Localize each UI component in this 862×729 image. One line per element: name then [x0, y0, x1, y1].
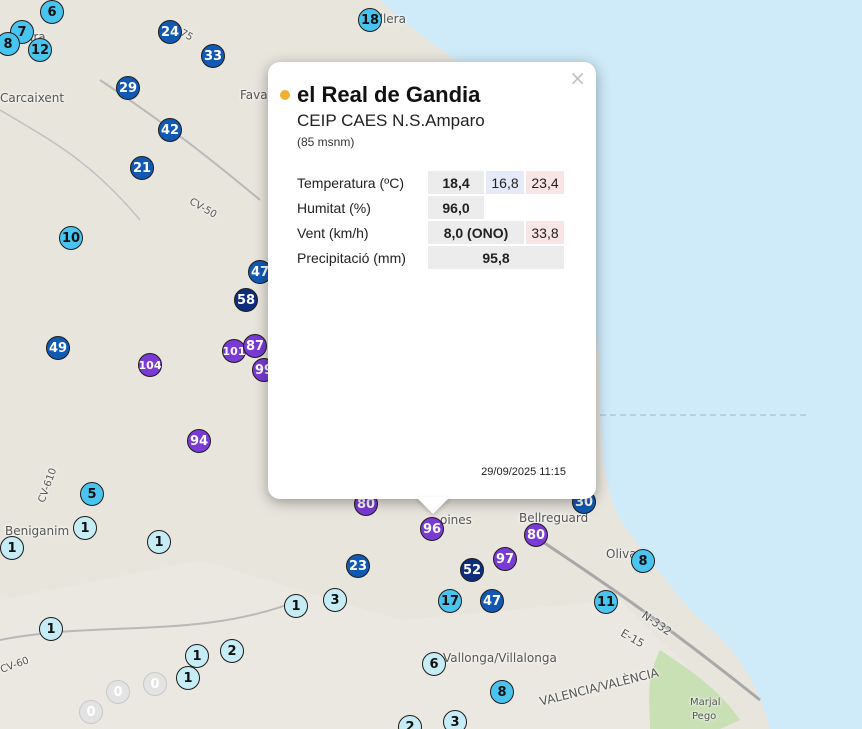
- station-marker[interactable]: 3: [443, 710, 467, 729]
- wind-value: 8,0 (ONO): [428, 221, 524, 244]
- timestamp: 29/09/2025 11:15: [481, 466, 566, 478]
- station-marker[interactable]: 80: [524, 523, 548, 547]
- station-marker[interactable]: 96: [420, 517, 444, 541]
- station-marker[interactable]: 47: [480, 589, 504, 613]
- station-marker[interactable]: 1: [73, 516, 97, 540]
- station-marker[interactable]: 5: [80, 482, 104, 506]
- map-label: Fava: [240, 88, 268, 102]
- humidity-label: Humitat (%): [297, 199, 371, 216]
- station-marker[interactable]: 8: [631, 549, 655, 573]
- map-label: Vallonga/Villalonga: [443, 651, 557, 665]
- precipitation-value: 95,8: [428, 246, 564, 269]
- station-marker[interactable]: 10: [59, 226, 83, 250]
- station-marker[interactable]: 29: [116, 76, 140, 100]
- table-row: Temperatura (ºC) 18,4 16,8 23,4: [297, 171, 564, 194]
- station-marker[interactable]: 1: [39, 617, 63, 641]
- station-marker[interactable]: 0: [106, 680, 130, 704]
- station-marker[interactable]: 104: [138, 353, 162, 377]
- wind-label: Vent (km/h): [297, 224, 369, 241]
- station-marker[interactable]: 18: [358, 8, 382, 32]
- table-row: Humitat (%) 96,0: [297, 196, 564, 219]
- map-label: Bellreguard: [519, 511, 589, 525]
- station-marker[interactable]: 58: [234, 288, 258, 312]
- status-dot-icon: [280, 90, 290, 100]
- station-marker[interactable]: 3: [323, 588, 347, 612]
- table-row: Precipitació (mm) 95,8: [297, 246, 564, 269]
- station-marker[interactable]: 1: [185, 644, 209, 668]
- station-marker[interactable]: 24: [158, 20, 182, 44]
- temperature-value: 18,4: [428, 171, 484, 194]
- precipitation-label: Precipitació (mm): [297, 249, 406, 266]
- temperature-max: 23,4: [526, 171, 564, 194]
- station-marker[interactable]: 0: [143, 672, 167, 696]
- station-marker[interactable]: 8: [490, 680, 514, 704]
- humidity-value: 96,0: [428, 196, 484, 219]
- station-marker[interactable]: 1: [147, 530, 171, 554]
- station-marker[interactable]: 87: [243, 334, 267, 358]
- station-marker[interactable]: 1: [284, 594, 308, 618]
- station-marker[interactable]: 94: [187, 429, 211, 453]
- close-icon[interactable]: ×: [569, 66, 586, 90]
- station-marker[interactable]: 33: [201, 44, 225, 68]
- temperature-label: Temperatura (ºC): [297, 174, 405, 191]
- temperature-min: 16,8: [486, 171, 524, 194]
- station-marker[interactable]: 6: [422, 652, 446, 676]
- popup-pointer: [416, 497, 450, 514]
- station-altitude: (85 msnm): [297, 135, 355, 149]
- station-marker[interactable]: 12: [28, 38, 52, 62]
- station-marker[interactable]: 17: [438, 589, 462, 613]
- station-marker[interactable]: 23: [346, 554, 370, 578]
- station-name: el Real de Gandia: [297, 82, 481, 107]
- map-label: Pego: [692, 711, 717, 722]
- station-marker[interactable]: 42: [158, 118, 182, 142]
- map-label: oines: [440, 513, 472, 527]
- station-marker[interactable]: 0: [79, 700, 103, 724]
- station-marker[interactable]: 21: [130, 156, 154, 180]
- station-marker[interactable]: 6: [40, 0, 64, 24]
- station-marker[interactable]: 11: [594, 590, 618, 614]
- station-subname: CEIP CAES N.S.Amparo: [297, 111, 485, 130]
- map-label: Carcaixent: [0, 91, 65, 105]
- station-marker[interactable]: 52: [460, 558, 484, 582]
- station-marker[interactable]: 1: [0, 536, 24, 560]
- table-row: Vent (km/h) 8,0 (ONO) 33,8: [297, 221, 564, 244]
- station-marker[interactable]: 1: [176, 666, 200, 690]
- station-popup: × el Real de Gandia CEIP CAES N.S.Amparo…: [268, 62, 596, 499]
- wind-gust: 33,8: [526, 221, 564, 244]
- station-marker[interactable]: 2: [220, 639, 244, 663]
- measurements-table: Temperatura (ºC) 18,4 16,8 23,4 Humitat …: [295, 169, 566, 271]
- map-label: Marjal: [690, 697, 721, 708]
- station-marker[interactable]: 97: [493, 547, 517, 571]
- station-marker[interactable]: 49: [46, 336, 70, 360]
